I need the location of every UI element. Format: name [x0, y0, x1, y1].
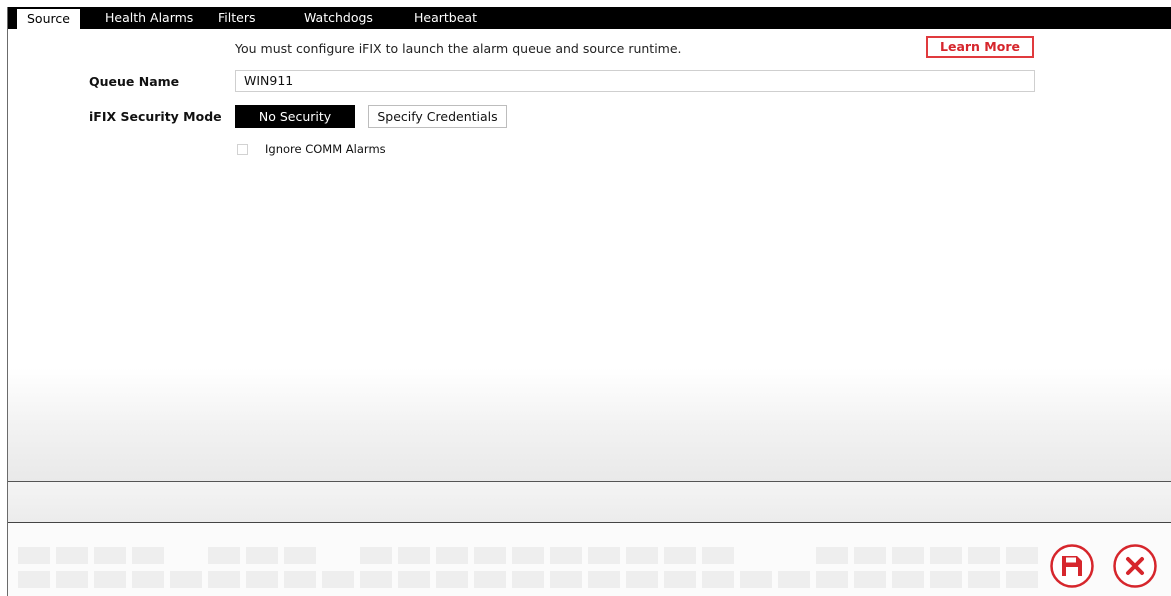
- security-mode-label: iFIX Security Mode: [89, 109, 222, 124]
- close-icon[interactable]: [1112, 543, 1158, 589]
- tab-heartbeat[interactable]: Heartbeat: [404, 7, 487, 29]
- tab-watchdogs[interactable]: Watchdogs: [294, 7, 383, 29]
- tab-source[interactable]: Source: [16, 8, 81, 29]
- tab-bar: Source Health Alarms Filters Watchdogs H…: [8, 7, 1171, 29]
- config-message: You must configure iFIX to launch the al…: [235, 41, 682, 56]
- ignore-comm-alarms-label: Ignore COMM Alarms: [265, 142, 386, 156]
- save-icon[interactable]: [1049, 543, 1095, 589]
- learn-more-button[interactable]: Learn More: [926, 36, 1034, 58]
- footer-tile-pattern: [18, 547, 1038, 588]
- tab-filters[interactable]: Filters: [208, 7, 265, 29]
- footer-bar: [8, 523, 1171, 596]
- queue-name-label: Queue Name: [89, 74, 180, 89]
- source-panel: You must configure iFIX to launch the al…: [8, 29, 1171, 481]
- tab-health-alarms[interactable]: Health Alarms: [95, 7, 203, 29]
- queue-name-input[interactable]: WIN911: [235, 70, 1035, 92]
- window: Source Health Alarms Filters Watchdogs H…: [7, 7, 1171, 596]
- no-security-button[interactable]: No Security: [235, 105, 355, 128]
- status-band: [8, 482, 1171, 522]
- specify-credentials-button[interactable]: Specify Credentials: [368, 105, 507, 128]
- ignore-comm-alarms-checkbox[interactable]: [237, 144, 248, 155]
